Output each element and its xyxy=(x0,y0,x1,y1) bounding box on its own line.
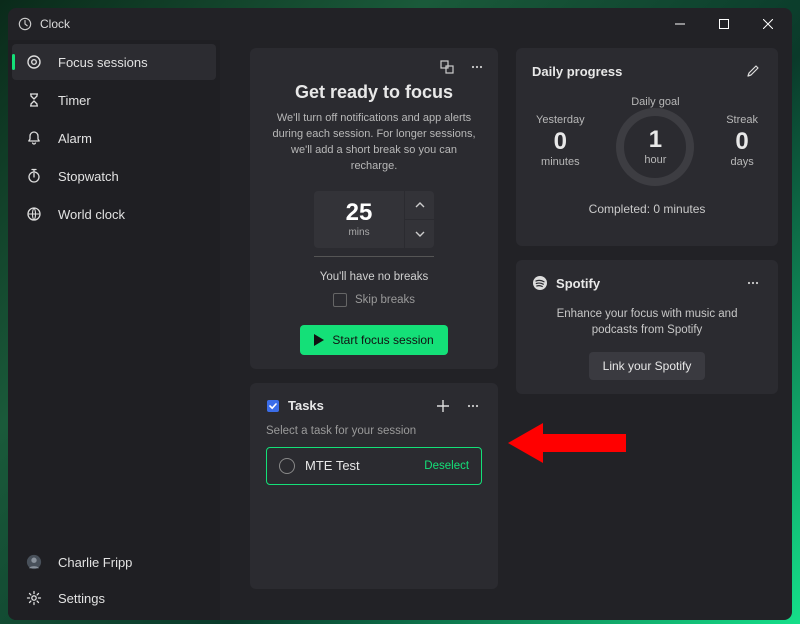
avatar-icon xyxy=(26,554,42,570)
task-name: MTE Test xyxy=(305,458,360,473)
breaks-text: You'll have no breaks xyxy=(266,271,482,283)
chevron-up-icon xyxy=(415,200,425,210)
expand-icon[interactable] xyxy=(438,58,456,76)
goal-unit: hour xyxy=(644,154,666,166)
goal-value: 1 xyxy=(649,126,662,154)
gear-icon xyxy=(26,590,42,606)
more-icon[interactable] xyxy=(468,58,486,76)
task-radio[interactable] xyxy=(279,458,295,474)
goal-label: Daily goal xyxy=(616,96,694,108)
more-icon xyxy=(746,276,760,290)
spotify-more-button[interactable] xyxy=(744,274,762,292)
settings-label: Settings xyxy=(58,591,105,606)
start-focus-button[interactable]: Start focus session xyxy=(300,325,447,355)
sidebar-item-focus-sessions[interactable]: Focus sessions xyxy=(12,44,216,80)
edit-goal-button[interactable] xyxy=(744,62,762,80)
globe-icon xyxy=(26,206,42,222)
bell-icon xyxy=(26,130,42,146)
streak-value: 0 xyxy=(726,128,758,156)
add-task-button[interactable] xyxy=(434,397,452,415)
task-item[interactable]: MTE Test Deselect xyxy=(266,447,482,485)
minimize-icon xyxy=(675,19,685,29)
sidebar-item-label: Stopwatch xyxy=(58,169,119,184)
more-icon xyxy=(466,399,480,413)
goal-ring: 1 hour xyxy=(616,108,694,186)
tasks-subtitle: Select a task for your session xyxy=(266,425,482,437)
daily-goal-stat: Daily goal 1 hour xyxy=(616,96,694,186)
duration-decrease-button[interactable] xyxy=(405,220,434,248)
divider xyxy=(314,256,434,257)
spotify-icon xyxy=(532,275,548,291)
play-icon xyxy=(314,334,324,346)
spotify-card: Spotify Enhance your focus with music an… xyxy=(516,260,778,394)
tasks-title: Tasks xyxy=(288,398,324,413)
plus-icon xyxy=(436,399,450,413)
close-icon xyxy=(763,19,773,29)
spotify-title: Spotify xyxy=(556,276,600,291)
minimize-button[interactable] xyxy=(658,10,702,38)
spotify-description: Enhance your focus with music and podcas… xyxy=(540,306,754,338)
titlebar-left: Clock xyxy=(18,17,70,31)
clock-app-window: Clock Focus sessions xyxy=(8,8,792,620)
daily-progress-card: Daily progress Yesterday 0 minutes xyxy=(516,48,778,246)
chevron-down-icon xyxy=(415,229,425,239)
sidebar-item-label: Focus sessions xyxy=(58,55,148,70)
window-controls xyxy=(658,10,790,38)
start-button-label: Start focus session xyxy=(332,333,433,347)
sidebar-item-alarm[interactable]: Alarm xyxy=(12,120,216,156)
skip-breaks-checkbox[interactable] xyxy=(333,293,347,307)
yesterday-value: 0 xyxy=(536,128,585,156)
sidebar-item-world-clock[interactable]: World clock xyxy=(12,196,216,232)
sidebar-item-timer[interactable]: Timer xyxy=(12,82,216,118)
pencil-icon xyxy=(746,64,760,78)
duration-display[interactable]: 25 mins xyxy=(314,191,404,248)
clock-app-icon xyxy=(18,17,32,31)
streak-label: Streak xyxy=(726,114,758,126)
yesterday-stat: Yesterday 0 minutes xyxy=(536,114,585,168)
sidebar-settings[interactable]: Settings xyxy=(12,580,216,616)
sidebar-item-stopwatch[interactable]: Stopwatch xyxy=(12,158,216,194)
deselect-button[interactable]: Deselect xyxy=(424,460,469,472)
maximize-icon xyxy=(719,19,729,29)
duration-value: 25 xyxy=(314,199,404,227)
titlebar: Clock xyxy=(8,8,792,40)
user-name: Charlie Fripp xyxy=(58,555,132,570)
duration-increase-button[interactable] xyxy=(405,191,434,220)
todo-icon xyxy=(266,399,280,413)
focus-heading: Get ready to focus xyxy=(266,82,482,103)
maximize-button[interactable] xyxy=(702,10,746,38)
yesterday-unit: minutes xyxy=(536,156,585,168)
tasks-more-button[interactable] xyxy=(464,397,482,415)
sidebar-item-label: Timer xyxy=(58,93,91,108)
focus-card: Get ready to focus We'll turn off notifi… xyxy=(250,48,498,369)
close-button[interactable] xyxy=(746,10,790,38)
tasks-card: Tasks Select a task for xyxy=(250,383,498,589)
duration-unit: mins xyxy=(314,227,404,238)
stopwatch-icon xyxy=(26,168,42,184)
focus-icon xyxy=(26,54,42,70)
completed-text: Completed: 0 minutes xyxy=(532,202,762,216)
skip-breaks-label: Skip breaks xyxy=(355,294,415,306)
main-content: Get ready to focus We'll turn off notifi… xyxy=(220,40,792,620)
streak-unit: days xyxy=(726,156,758,168)
sidebar-user[interactable]: Charlie Fripp xyxy=(12,544,216,580)
focus-description: We'll turn off notifications and app ale… xyxy=(270,111,478,175)
streak-stat: Streak 0 days xyxy=(726,114,758,168)
daily-progress-title: Daily progress xyxy=(532,64,622,79)
sidebar-item-label: World clock xyxy=(58,207,125,222)
hourglass-icon xyxy=(26,92,42,108)
sidebar-item-label: Alarm xyxy=(58,131,92,146)
app-title: Clock xyxy=(40,17,70,31)
link-spotify-button[interactable]: Link your Spotify xyxy=(589,352,706,380)
skip-breaks-row[interactable]: Skip breaks xyxy=(266,293,482,307)
sidebar: Focus sessions Timer Alarm xyxy=(8,40,220,620)
yesterday-label: Yesterday xyxy=(536,114,585,126)
duration-stepper: 25 mins xyxy=(314,191,434,248)
